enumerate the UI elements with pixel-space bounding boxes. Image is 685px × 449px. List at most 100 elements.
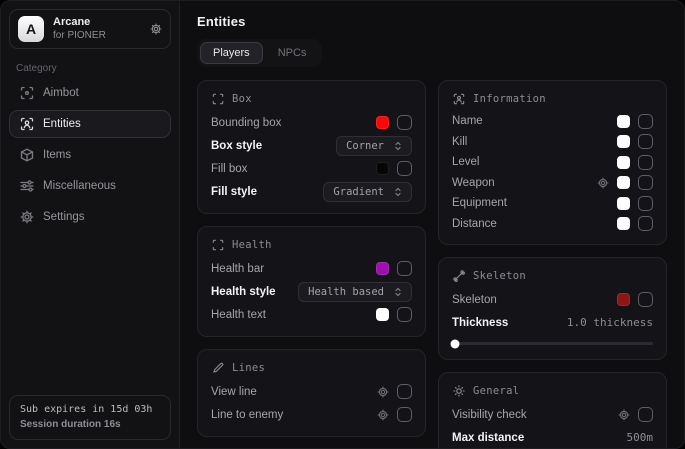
max-distance-row: Max distance 500m xyxy=(452,426,653,448)
session-duration-text: Session duration 16s xyxy=(20,419,160,430)
skeleton-color-swatch[interactable] xyxy=(617,293,630,306)
panel-title: Information xyxy=(473,93,546,105)
header-gear-icon[interactable] xyxy=(150,23,162,35)
skeleton-row: Skeleton xyxy=(452,288,653,311)
expand-icon xyxy=(392,140,404,152)
main-content: Entities Players NPCs Box Bounding box xyxy=(180,1,684,448)
view-line-row: View line xyxy=(211,380,412,403)
lines-panel: Lines View line Line to enemy xyxy=(197,349,426,437)
health-panel: Health Health bar Health style Health ba… xyxy=(197,226,426,337)
weapon-checkbox[interactable] xyxy=(638,175,653,190)
thickness-slider-thumb[interactable] xyxy=(451,339,460,348)
kill-label: Kill xyxy=(452,136,467,148)
tab-npcs[interactable]: NPCs xyxy=(265,42,320,64)
level-checkbox[interactable] xyxy=(638,155,653,170)
fill-box-color-swatch[interactable] xyxy=(376,162,389,175)
sidebar-item-miscellaneous[interactable]: Miscellaneous xyxy=(9,172,171,200)
equipment-checkbox[interactable] xyxy=(638,196,653,211)
visibility-check-checkbox[interactable] xyxy=(638,407,653,422)
kill-color-swatch[interactable] xyxy=(617,135,630,148)
weapon-color-swatch[interactable] xyxy=(617,176,630,189)
right-column: Information Name Kill xyxy=(438,80,667,448)
max-distance-value: 500m xyxy=(627,431,654,444)
subscription-info-card: Sub expires in 15d 03h Session duration … xyxy=(9,395,171,440)
line-to-enemy-checkbox[interactable] xyxy=(397,407,412,422)
name-checkbox[interactable] xyxy=(638,114,653,129)
sidebar-item-aimbot[interactable]: Aimbot xyxy=(9,79,171,107)
bounding-box-row: Bounding box xyxy=(211,111,412,134)
sidebar-item-label: Items xyxy=(43,149,71,161)
fill-style-dropdown[interactable]: Gradient xyxy=(323,182,412,202)
sidebar-item-settings[interactable]: Settings xyxy=(9,203,171,231)
equipment-label: Equipment xyxy=(452,197,507,209)
line-to-enemy-settings-icon[interactable] xyxy=(377,409,389,421)
fill-style-row: Fill style Gradient xyxy=(211,180,412,203)
sun-icon xyxy=(453,385,465,397)
health-text-label: Health text xyxy=(211,309,266,321)
box-style-value: Corner xyxy=(346,140,384,152)
level-color-swatch[interactable] xyxy=(617,156,630,169)
thickness-slider[interactable] xyxy=(452,342,653,345)
visibility-check-settings-icon[interactable] xyxy=(618,409,630,421)
name-color-swatch[interactable] xyxy=(617,115,630,128)
weapon-settings-icon[interactable] xyxy=(597,177,609,189)
panel-grid: Box Bounding box Box style Corner xyxy=(197,80,667,448)
visibility-check-row: Visibility check xyxy=(452,403,653,426)
scan-brackets-icon xyxy=(212,93,224,105)
health-bar-color-swatch[interactable] xyxy=(376,262,389,275)
box-style-row: Box style Corner xyxy=(211,134,412,157)
sidebar-item-items[interactable]: Items xyxy=(9,141,171,169)
expand-icon xyxy=(392,186,404,198)
tab-players[interactable]: Players xyxy=(200,42,263,64)
expand-icon xyxy=(392,286,404,298)
kill-row: Kill xyxy=(452,132,653,153)
app-window: A Arcane for PIONER Category Aimbot Enti… xyxy=(0,0,685,449)
name-row: Name xyxy=(452,111,653,132)
equipment-row: Equipment xyxy=(452,193,653,214)
distance-checkbox[interactable] xyxy=(638,216,653,231)
bounding-box-checkbox[interactable] xyxy=(397,115,412,130)
skeleton-panel: Skeleton Skeleton Thickness 1.0 thicknes… xyxy=(438,257,667,360)
panel-title: Box xyxy=(232,93,252,105)
app-logo: A xyxy=(18,16,44,42)
line-to-enemy-row: Line to enemy xyxy=(211,403,412,426)
weapon-row: Weapon xyxy=(452,173,653,194)
crosshair-scan-icon xyxy=(20,86,34,100)
fill-box-checkbox[interactable] xyxy=(397,161,412,176)
health-text-color-swatch[interactable] xyxy=(376,308,389,321)
lines-panel-header: Lines xyxy=(212,362,411,374)
skeleton-label: Skeleton xyxy=(452,294,497,306)
skeleton-panel-header: Skeleton xyxy=(453,270,652,282)
kill-checkbox[interactable] xyxy=(638,134,653,149)
bounding-box-label: Bounding box xyxy=(211,117,281,129)
equipment-color-swatch[interactable] xyxy=(617,197,630,210)
left-column: Box Bounding box Box style Corner xyxy=(197,80,426,437)
skeleton-checkbox[interactable] xyxy=(638,292,653,307)
sidebar: A Arcane for PIONER Category Aimbot Enti… xyxy=(1,1,180,448)
view-line-label: View line xyxy=(211,386,257,398)
sidebar-item-entities[interactable]: Entities xyxy=(9,110,171,138)
bounding-box-color-swatch[interactable] xyxy=(376,116,389,129)
gear-icon xyxy=(20,210,34,224)
level-label: Level xyxy=(452,156,480,168)
weapon-label: Weapon xyxy=(452,177,495,189)
logo-card: A Arcane for PIONER xyxy=(9,9,171,49)
fill-box-row: Fill box xyxy=(211,157,412,180)
information-panel: Information Name Kill xyxy=(438,80,667,245)
health-bar-label: Health bar xyxy=(211,263,264,275)
health-text-checkbox[interactable] xyxy=(397,307,412,322)
scan-brackets-icon xyxy=(212,239,224,251)
box-panel-header: Box xyxy=(212,93,411,105)
panel-title: Skeleton xyxy=(473,270,526,282)
health-style-value: Health based xyxy=(308,286,384,298)
view-line-checkbox[interactable] xyxy=(397,384,412,399)
fill-style-label: Fill style xyxy=(211,186,257,198)
distance-color-swatch[interactable] xyxy=(617,217,630,230)
box-style-dropdown[interactable]: Corner xyxy=(336,136,412,156)
view-line-settings-icon[interactable] xyxy=(377,386,389,398)
health-style-dropdown[interactable]: Health based xyxy=(298,282,412,302)
health-style-row: Health style Health based xyxy=(211,280,412,303)
sidebar-item-label: Miscellaneous xyxy=(43,180,116,192)
app-name: Arcane xyxy=(53,16,106,30)
health-bar-checkbox[interactable] xyxy=(397,261,412,276)
